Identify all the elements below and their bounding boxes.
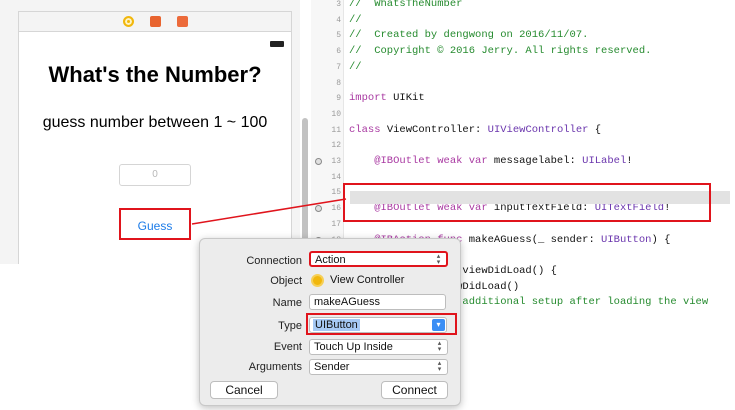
line-number: 17: [331, 219, 341, 229]
message-label[interactable]: guess number between 1 ~ 100: [19, 114, 291, 132]
exit-icon[interactable]: [177, 16, 188, 27]
guess-button[interactable]: Guess: [119, 208, 191, 240]
code-text: // Created by dengwong on 2016/11/07.: [349, 29, 588, 42]
code-token: UILabel: [582, 155, 627, 167]
code-token: // WhatsTheNumber: [349, 0, 463, 10]
ibaction-highlight-box: [343, 183, 711, 222]
scene-dock: [18, 11, 292, 31]
code-line: 5 // Created by dengwong on 2016/11/07.: [311, 29, 735, 42]
view-controller-icon: [311, 274, 324, 287]
device-screen: What's the Number? guess number between …: [18, 31, 292, 264]
code-token: import: [349, 92, 387, 105]
code-line: 4 //: [311, 14, 735, 27]
arguments-value: Sender: [314, 361, 350, 373]
code-line: 6 // Copyright © 2016 Jerry. All rights r…: [311, 45, 735, 58]
code-line: 9 import UIKit: [311, 92, 735, 105]
code-line: 14: [311, 171, 735, 184]
line-number: 10: [331, 109, 341, 119]
type-label: Type: [278, 320, 302, 332]
view-controller-icon[interactable]: [123, 16, 134, 27]
arguments-label: Arguments: [248, 361, 302, 373]
line-number: 7: [336, 62, 341, 72]
type-highlight-box: [306, 313, 457, 335]
code-text: // WhatsTheNumber: [349, 0, 462, 11]
line-number: 5: [336, 31, 341, 41]
code-token: ) {: [651, 233, 671, 246]
xcode-window: What's the Number? guess number between …: [0, 0, 735, 410]
connection-select[interactable]: Action ▴ ▾: [309, 251, 448, 267]
line-number: 15: [331, 188, 341, 198]
connection-popover: Connection Action ▴ ▾ Object View Control…: [199, 238, 461, 406]
connection-value: Action: [315, 254, 346, 266]
code-text: //: [349, 14, 362, 27]
code-token: // Copyright © 2016 Jerry. All rights re…: [349, 45, 652, 58]
connection-label: Connection: [246, 255, 302, 267]
code-token: ViewController:: [380, 123, 488, 136]
code-line: 3 // WhatsTheNumber: [311, 0, 735, 11]
app-title-label[interactable]: What's the Number?: [19, 62, 291, 88]
updown-icon: ▴ ▾: [436, 253, 441, 266]
code-token: // Created by dengwong on 2016/11/07.: [349, 29, 589, 42]
code-token: viewDidLoad() {: [456, 264, 557, 277]
name-input[interactable]: makeAGuess: [309, 294, 446, 310]
code-line: 7 //: [311, 61, 735, 74]
code-token: class: [349, 123, 381, 136]
line-number: 11: [331, 125, 341, 135]
cancel-button[interactable]: Cancel: [210, 381, 278, 399]
updown-icon: ▴ ▾: [437, 340, 442, 353]
updown-icon: ▴ ▾: [437, 360, 442, 373]
code-text: import UIKit: [349, 92, 425, 105]
first-responder-icon[interactable]: [150, 16, 161, 27]
code-token: UIViewController: [487, 123, 589, 136]
event-value: Touch Up Inside: [314, 341, 393, 353]
code-text: //: [349, 61, 362, 74]
storyboard-scrollbar[interactable]: [302, 118, 308, 258]
storyboard-canvas: What's the Number? guess number between …: [0, 0, 300, 264]
name-value: makeAGuess: [314, 296, 381, 308]
code-token: UIButton: [601, 233, 652, 246]
code-text: @IBOutlet weak var messagelabel: UILabel…: [349, 155, 633, 168]
connection-dot-icon[interactable]: [315, 158, 322, 165]
code-text: class ViewController: UIViewController {: [349, 124, 601, 137]
code-line: 12: [311, 139, 735, 152]
code-token: //: [349, 13, 362, 26]
event-label: Event: [273, 341, 302, 353]
line-number: 4: [336, 15, 341, 25]
code-line: 11 class ViewController: UIViewController…: [311, 124, 735, 137]
object-value: View Controller: [330, 274, 405, 286]
code-token: {: [588, 123, 602, 136]
line-number: 3: [336, 0, 341, 9]
code-line: 8: [311, 77, 735, 90]
code-text: // Copyright © 2016 Jerry. All rights re…: [349, 45, 651, 58]
line-number: 6: [336, 47, 341, 57]
code-token: //: [349, 60, 362, 73]
object-label: Object: [270, 275, 302, 287]
code-token: @IBOutlet weak var: [349, 155, 488, 167]
name-label: Name: [272, 297, 302, 309]
code-line: 10: [311, 108, 735, 121]
line-number: 14: [331, 172, 341, 182]
code-token: makeAGuess(_ sender:: [462, 233, 602, 246]
event-select[interactable]: Touch Up Inside ▴ ▾: [309, 339, 448, 355]
code-token: UIKit: [386, 92, 425, 105]
connect-button[interactable]: Connect: [381, 381, 448, 399]
line-number: 9: [336, 94, 341, 104]
line-number: 8: [336, 78, 341, 88]
arguments-select[interactable]: Sender ▴ ▾: [309, 359, 448, 375]
input-text-field[interactable]: 0: [119, 164, 191, 186]
line-number: 12: [331, 141, 341, 151]
code-line: 13 @IBOutlet weak var messagelabel: UILa…: [311, 155, 735, 168]
code-token: messagelabel:: [487, 155, 583, 167]
battery-icon: [270, 41, 284, 47]
code-token: !: [626, 155, 633, 167]
